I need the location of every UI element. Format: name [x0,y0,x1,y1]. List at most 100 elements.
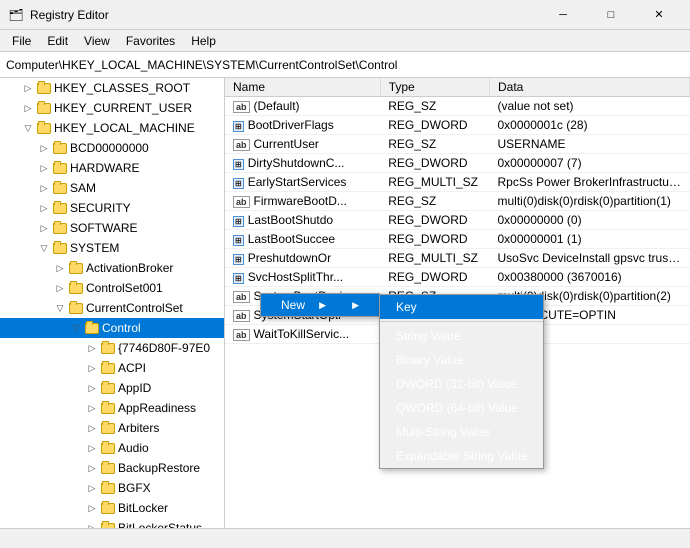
folder-icon [52,140,68,156]
table-row[interactable]: ⊞BootDriverFlags REG_DWORD 0x0000001c (2… [225,116,690,135]
tree-item-sam[interactable]: ▷ SAM [0,178,224,198]
submenu-qword-value[interactable]: QWORD (64-bit) Value [380,396,543,420]
submenu-expandable-string[interactable]: Expandable String Value [380,444,543,468]
minimize-button[interactable]: ─ [540,0,586,30]
table-row[interactable]: abFirmwareBootD... REG_SZ multi(0)disk(0… [225,192,690,211]
cell-data: multi(0)disk(0)rdisk(0)partition(1) [490,192,690,211]
tree-label: HKEY_LOCAL_MACHINE [54,121,195,135]
tree-item-activation-broker[interactable]: ▷ ActivationBroker [0,258,224,278]
folder-icon [36,100,52,116]
expand-icon: ▷ [84,360,100,376]
tree-label: ACPI [118,361,146,375]
menu-favorites[interactable]: Favorites [118,32,183,50]
tree-item-bitlocker[interactable]: ▷ BitLocker [0,498,224,518]
tree-item-bcd[interactable]: ▷ BCD00000000 [0,138,224,158]
submenu-dword-value[interactable]: DWORD (32-bit) Value [380,372,543,396]
menu-file[interactable]: File [4,32,39,50]
tree-item-controlset001[interactable]: ▷ ControlSet001 [0,278,224,298]
tree-label: SYSTEM [70,241,119,255]
cell-data: (value not set) [490,97,690,116]
table-row[interactable]: ⊞PreshutdownOr REG_MULTI_SZ UsoSvc Devic… [225,249,690,268]
tree-label: BackupRestore [118,461,200,475]
table-row[interactable]: ⊞LastBootSuccee REG_DWORD 0x00000001 (1) [225,230,690,249]
cell-type: REG_DWORD [380,268,489,287]
tree-item-hkey-current-user[interactable]: ▷ HKEY_CURRENT_USER [0,98,224,118]
cell-type: REG_DWORD [380,211,489,230]
folder-icon [100,500,116,516]
context-menu[interactable]: New ▶ Key String Value Binary Value DWOR… [260,293,380,317]
menu-edit[interactable]: Edit [39,32,76,50]
tree-item-arbiters[interactable]: ▷ Arbiters [0,418,224,438]
tree-item-guid[interactable]: ▷ {7746D80F-97E0 [0,338,224,358]
expand-icon: ▷ [52,280,68,296]
context-menu-new[interactable]: New ▶ Key String Value Binary Value DWOR… [261,294,379,316]
folder-icon [52,240,68,256]
tree-label: CurrentControlSet [86,301,183,315]
tree-label: SAM [70,181,96,195]
cell-data: 0x00000007 (7) [490,154,690,173]
submenu-binary-value[interactable]: Binary Value [380,348,543,372]
tree-item-hkey-local-machine[interactable]: ▽ HKEY_LOCAL_MACHINE [0,118,224,138]
tree-item-bgfx[interactable]: ▷ BGFX [0,478,224,498]
tree-panel[interactable]: ▷ HKEY_CLASSES_ROOT ▷ HKEY_CURRENT_USER … [0,78,225,528]
tree-item-hardware[interactable]: ▷ HARDWARE [0,158,224,178]
cell-type: REG_SZ [380,135,489,154]
maximize-button[interactable]: □ [588,0,634,30]
cell-name: abWaitToKillServic... [225,325,380,344]
tree-item-appreadiness[interactable]: ▷ AppReadiness [0,398,224,418]
expand-icon: ▷ [36,180,52,196]
tree-label: AppID [118,381,151,395]
tree-label: BGFX [118,481,151,495]
submenu-key[interactable]: Key [380,295,543,319]
tree-label: Control [102,321,141,335]
tree-item-backuprestore[interactable]: ▷ BackupRestore [0,458,224,478]
tree-label: {7746D80F-97E0 [118,341,210,355]
tree-item-hkey-classes-root[interactable]: ▷ HKEY_CLASSES_ROOT [0,78,224,98]
expand-icon: ▽ [52,300,68,316]
tree-item-control[interactable]: ▽ Control [0,318,224,338]
tree-item-currentcontrolset[interactable]: ▽ CurrentControlSet [0,298,224,318]
menu-help[interactable]: Help [183,32,224,50]
submenu-multi-string[interactable]: Multi-String Value [380,420,543,444]
expand-icon: ▽ [36,240,52,256]
tree-item-audio[interactable]: ▷ Audio [0,438,224,458]
col-name: Name [225,78,380,97]
cell-name: ⊞EarlyStartServices [225,173,380,192]
cell-type: REG_DWORD [380,116,489,135]
submenu[interactable]: Key String Value Binary Value DWORD (32-… [379,294,544,469]
cell-name: abCurrentUser [225,135,380,154]
submenu-separator [380,321,543,322]
expand-icon: ▷ [84,440,100,456]
folder-icon [100,480,116,496]
folder-icon [68,280,84,296]
title-bar: 🗂 Registry Editor ─ □ ✕ [0,0,690,30]
submenu-string-value[interactable]: String Value [380,324,543,348]
folder-icon [68,260,84,276]
expand-icon: ▷ [84,460,100,476]
cell-data: USERNAME [490,135,690,154]
tree-item-appid[interactable]: ▷ AppID [0,378,224,398]
table-row[interactable]: ⊞LastBootShutdo REG_DWORD 0x00000000 (0) [225,211,690,230]
data-panel[interactable]: Name Type Data ab(Default) REG_SZ (value… [225,78,690,528]
cell-name: ⊞LastBootShutdo [225,211,380,230]
table-row[interactable]: ab(Default) REG_SZ (value not set) [225,97,690,116]
cell-type: REG_DWORD [380,230,489,249]
tree-label: HKEY_CLASSES_ROOT [54,81,190,95]
table-row[interactable]: abCurrentUser REG_SZ USERNAME [225,135,690,154]
menu-view[interactable]: View [76,32,118,50]
cell-name: ⊞SvcHostSplitThr... [225,268,380,287]
table-row[interactable]: ⊞EarlyStartServices REG_MULTI_SZ RpcSs P… [225,173,690,192]
tree-item-security[interactable]: ▷ SECURITY [0,198,224,218]
table-row[interactable]: ⊞DirtyShutdownC... REG_DWORD 0x00000007 … [225,154,690,173]
expand-icon: ▷ [84,400,100,416]
tree-item-bitlocker-status[interactable]: ▷ BitLockerStatus [0,518,224,528]
cell-data: 0x00000000 (0) [490,211,690,230]
close-button[interactable]: ✕ [636,0,682,30]
expand-icon: ▷ [52,260,68,276]
tree-item-system[interactable]: ▽ SYSTEM [0,238,224,258]
cell-name: ⊞PreshutdownOr [225,249,380,268]
table-row[interactable]: ⊞SvcHostSplitThr... REG_DWORD 0x00380000… [225,268,690,287]
tree-label: AppReadiness [118,401,196,415]
tree-item-acpi[interactable]: ▷ ACPI [0,358,224,378]
tree-item-software[interactable]: ▷ SOFTWARE [0,218,224,238]
